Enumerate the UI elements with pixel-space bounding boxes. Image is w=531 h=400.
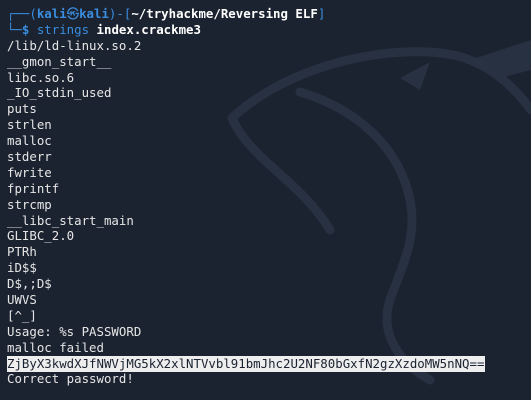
prompt-host: kali [79,6,109,21]
prompt-box-top: ┌──( [7,6,37,21]
output-line: D$,;D$ [7,276,52,292]
output-line: _IO_stdin_used [7,85,112,101]
output-line: libc.so.6 [7,69,75,85]
output-line: malloc failed [7,339,104,355]
terminal-window[interactable]: ┌──(kali㉿kali)-[~/tryhackme/Reversing EL… [0,0,531,400]
output-line: GLIBC_2.0 [7,228,75,244]
output-line: strcmp [7,196,52,212]
prompt-at-symbol: ㉿ [66,6,80,21]
output-line: Usage: %s PASSWORD [7,323,142,339]
output-line: [^_] [7,307,37,323]
output-line: __libc_start_main [7,212,134,228]
output-line: fprintf [7,180,60,196]
prompt-path-close: ] [317,6,326,21]
prompt-line-2: └─$ strings index.crackme3 [7,22,531,38]
prompt-box-bottom: └─ [7,21,22,37]
prompt-line-1: ┌──(kali㉿kali)-[~/tryhackme/Reversing EL… [7,6,531,22]
terminal-output: ┌──(kali㉿kali)-[~/tryhackme/Reversing EL… [7,6,531,387]
output-line: iD$$ [7,260,37,276]
output-line: __gmon_start__ [7,53,112,69]
output-line: strlen [7,117,52,133]
output-line-last: Correct password! [7,371,134,387]
prompt-dollar: $ [21,21,37,37]
prompt-user: kali [36,6,67,21]
command-name: strings [36,21,90,37]
selected-line[interactable]: ZjByX3kwdXJfNWVjMG5kX2xlNTVvbl91bmJhc2U2… [7,355,531,372]
output-line: stderr [7,149,52,165]
output-line: malloc [7,133,52,149]
output-line: fwrite [7,164,52,180]
prompt-separator: )-[ [108,6,132,21]
output-line: UWVS [7,292,37,308]
prompt-path: ~/tryhackme/Reversing ELF [131,6,318,21]
output-line: PTRh [7,244,37,260]
selected-text[interactable]: ZjByX3kwdXJfNWVjMG5kX2xlNTVvbl91bmJhc2U2… [7,355,486,372]
output-line: /lib/ld-linux.so.2 [7,37,142,53]
output-line: puts [7,101,37,117]
command-argument: index.crackme3 [89,21,201,37]
